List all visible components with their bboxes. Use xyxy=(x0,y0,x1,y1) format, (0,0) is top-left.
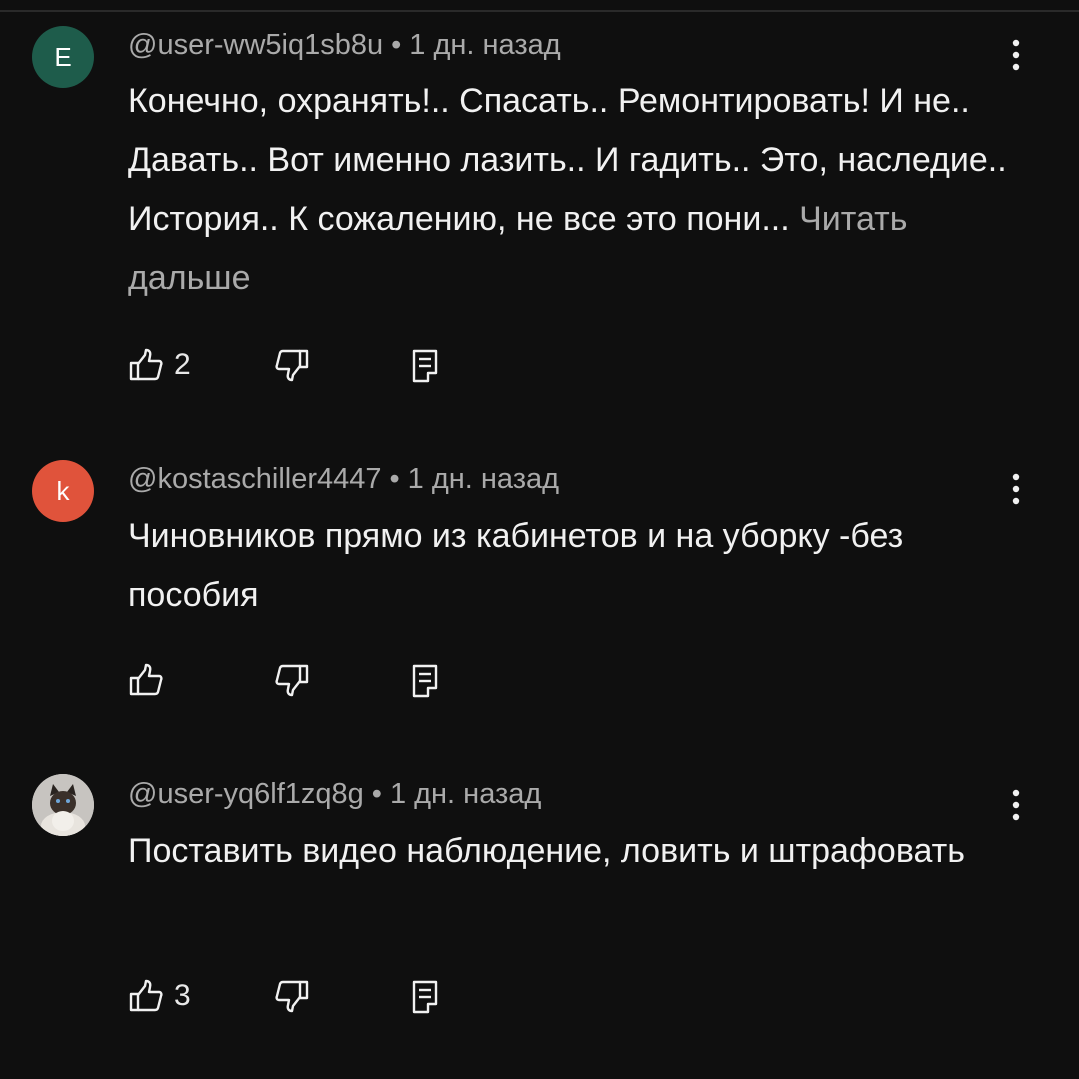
thumbs-down-icon xyxy=(275,349,309,382)
cat-photo-icon xyxy=(32,774,94,836)
avatar[interactable]: k xyxy=(32,460,94,522)
separator: • xyxy=(371,778,382,810)
thumbs-down-icon xyxy=(275,980,309,1013)
reply-button[interactable] xyxy=(410,658,440,702)
comment-header: @kostaschiller4447 • 1 дн. назад xyxy=(128,461,559,497)
avatar[interactable] xyxy=(32,774,94,836)
reply-button[interactable] xyxy=(410,343,440,387)
more-options-button[interactable] xyxy=(1000,783,1032,827)
separator: • xyxy=(389,463,400,495)
more-vertical-icon xyxy=(1012,473,1020,505)
more-vertical-icon xyxy=(1012,39,1020,71)
like-count: 3 xyxy=(174,979,191,1012)
like-button[interactable]: 2 xyxy=(128,343,191,387)
author-name[interactable]: @user-ww5iq1sb8u xyxy=(128,29,383,61)
comment-text: Чиновников прямо из кабинетов и на уборк… xyxy=(128,517,904,614)
reply-icon xyxy=(412,349,438,383)
reply-icon xyxy=(412,664,438,698)
author-name[interactable]: @user-yq6lf1zq8g xyxy=(128,778,364,810)
divider xyxy=(0,10,1079,12)
like-button[interactable]: 3 xyxy=(128,974,191,1018)
separator: • xyxy=(391,29,402,61)
more-options-button[interactable] xyxy=(1000,33,1032,77)
reply-icon xyxy=(412,980,438,1014)
more-options-button[interactable] xyxy=(1000,467,1032,511)
timestamp[interactable]: 1 дн. назад xyxy=(390,778,541,810)
like-button[interactable] xyxy=(128,658,174,702)
thumbs-up-icon xyxy=(129,979,163,1012)
comment-header: @user-yq6lf1zq8g • 1 дн. назад xyxy=(128,776,541,812)
avatar-letter: k xyxy=(56,475,70,506)
thumbs-down-icon xyxy=(275,664,309,697)
comment-body: Чиновников прямо из кабинетов и на уборк… xyxy=(128,507,1028,625)
comment-body: Поставить видео наблюдение, ловить и штр… xyxy=(128,822,1028,881)
dislike-button[interactable] xyxy=(274,974,310,1018)
author-name[interactable]: @kostaschiller4447 xyxy=(128,463,382,495)
comment-text: Поставить видео наблюдение, ловить и штр… xyxy=(128,832,965,870)
thumbs-up-icon xyxy=(129,663,163,696)
more-vertical-icon xyxy=(1012,789,1020,821)
avatar-letter: E xyxy=(54,41,72,72)
comment-body: Конечно, охранять!.. Спасать.. Ремонтиро… xyxy=(128,72,1028,308)
avatar[interactable]: E xyxy=(32,26,94,88)
timestamp[interactable]: 1 дн. назад xyxy=(409,29,560,61)
thumbs-up-icon xyxy=(129,348,163,381)
dislike-button[interactable] xyxy=(274,343,310,387)
reply-button[interactable] xyxy=(410,974,440,1018)
timestamp[interactable]: 1 дн. назад xyxy=(408,463,559,495)
comment-header: @user-ww5iq1sb8u • 1 дн. назад xyxy=(128,27,561,63)
dislike-button[interactable] xyxy=(274,658,310,702)
like-count: 2 xyxy=(174,348,191,381)
